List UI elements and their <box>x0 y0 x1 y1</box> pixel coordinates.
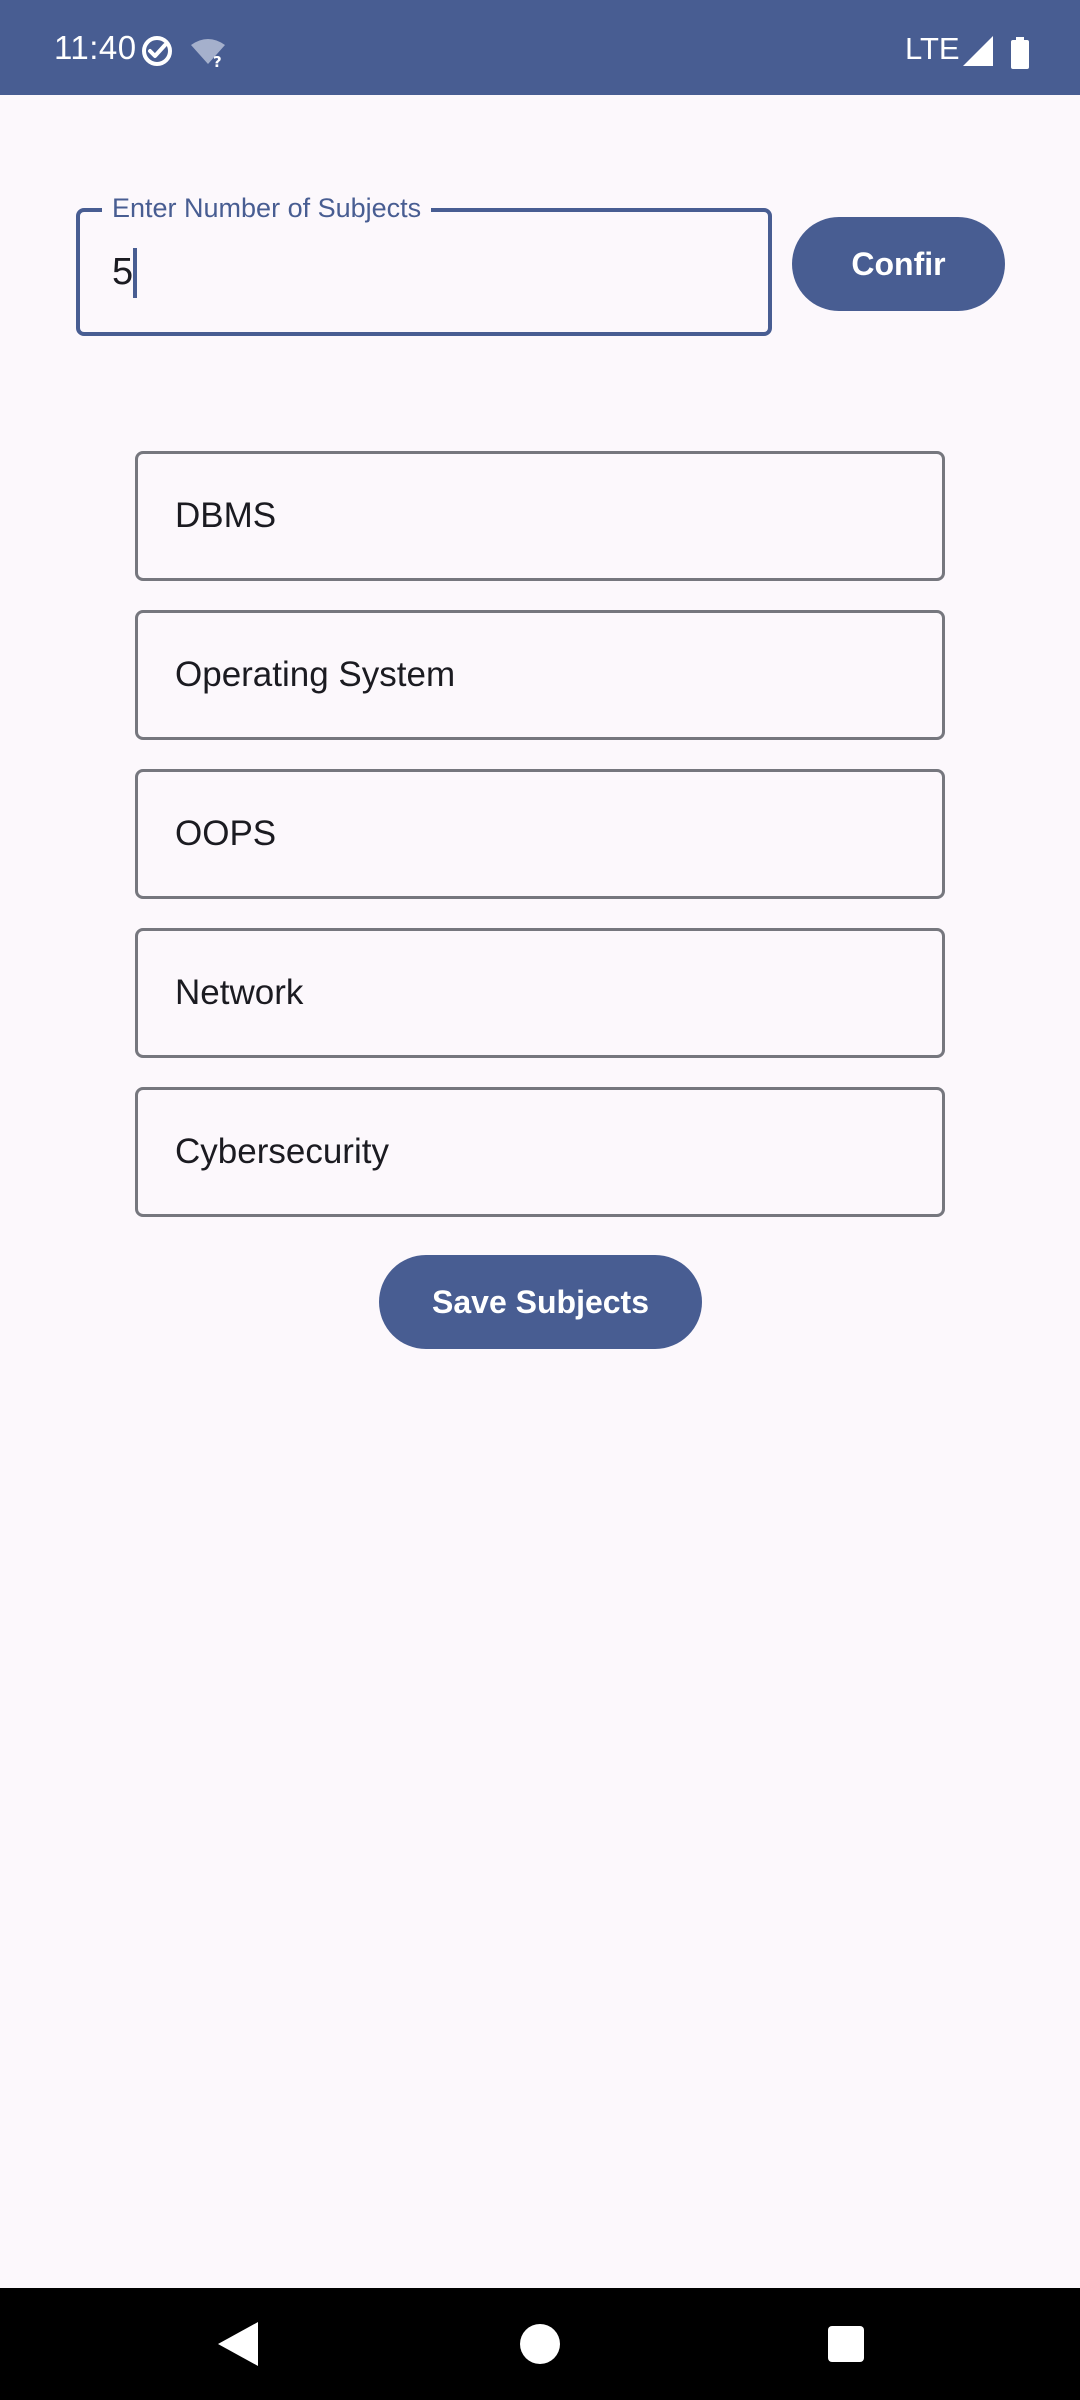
subject-input[interactable]: DBMS <box>175 454 276 578</box>
status-bar: 11:40 ? LTE <box>0 0 1080 95</box>
recents-icon[interactable] <box>828 2326 864 2362</box>
wifi-unknown-icon: ? <box>191 39 225 68</box>
back-icon[interactable] <box>218 2322 260 2366</box>
battery-icon <box>1011 37 1029 69</box>
subject-input[interactable]: OOPS <box>175 772 276 896</box>
home-icon[interactable] <box>520 2324 560 2364</box>
subject-count-field[interactable] <box>76 208 772 336</box>
subjects-screen: 11:40 ? LTE Enter Number of Subjects 5 C… <box>0 0 1080 2400</box>
signal-icon <box>963 36 993 66</box>
svg-text:?: ? <box>213 53 222 68</box>
subject-count-label: Enter Number of Subjects <box>102 193 432 223</box>
check-circle-icon <box>142 36 172 66</box>
text-cursor <box>133 248 137 298</box>
subject-input[interactable]: Operating System <box>175 613 455 737</box>
subject-field-2[interactable]: Operating System <box>135 610 945 740</box>
subject-field-5[interactable]: Cybersecurity <box>135 1087 945 1217</box>
confirm-button[interactable]: Confir <box>792 217 1005 311</box>
subject-field-4[interactable]: Network <box>135 928 945 1058</box>
subject-input[interactable]: Cybersecurity <box>175 1090 389 1214</box>
network-type: LTE <box>905 31 960 66</box>
subject-field-1[interactable]: DBMS <box>135 451 945 581</box>
subject-count-input[interactable]: 5 <box>112 248 133 296</box>
status-time: 11:40 <box>54 29 137 66</box>
save-subjects-button[interactable]: Save Subjects <box>379 1255 702 1349</box>
subject-field-3[interactable]: OOPS <box>135 769 945 899</box>
subject-input[interactable]: Network <box>175 931 303 1055</box>
